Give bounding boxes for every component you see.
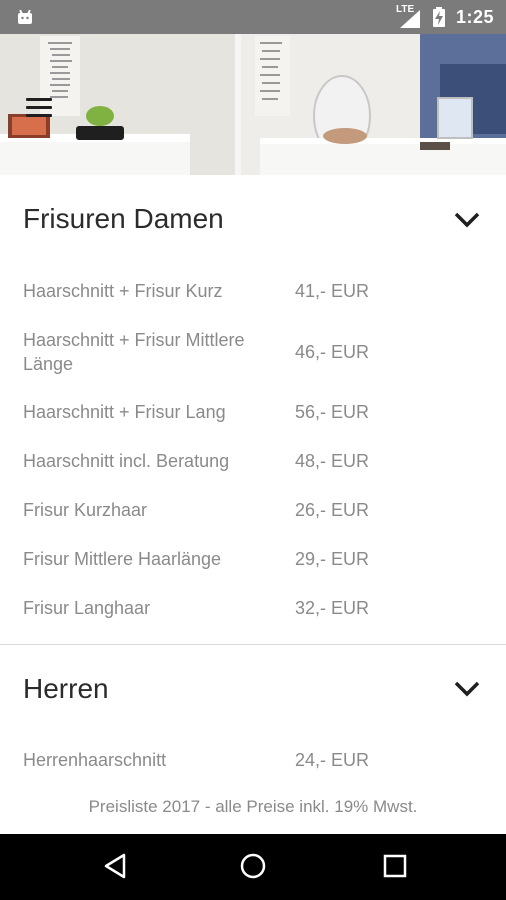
price-list-note: Preisliste 2017 - alle Preise inkl. 19% … [88,797,418,816]
service-price: 32,- EUR [295,598,370,618]
navigation-bar [0,834,506,900]
salon-header-image [0,34,506,175]
service-name: Haarschnitt + Frisur Mittlere Länge [23,330,245,374]
service-name: Haarschnitt + Frisur Lang [23,402,226,422]
status-time: 1:25 [456,7,495,27]
section-header-herren[interactable]: Herren [0,645,506,735]
service-price: 29,- EUR [295,549,370,569]
section-title: Frisuren Damen [23,203,224,234]
back-icon[interactable] [100,851,130,881]
battery-charging-icon [433,7,445,27]
service-name: Frisur Mittlere Haarlänge [23,549,222,569]
service-price: 41,- EUR [295,281,370,301]
service-name: Haarschnitt incl. Beratung [23,451,230,471]
section-title: Herren [23,673,109,704]
service-price: 56,- EUR [295,402,370,422]
signal-icon [400,10,420,28]
service-price: 24,- EUR [295,750,370,770]
menu-bar [26,106,52,109]
section-header-frisuren-damen[interactable]: Frisuren Damen [0,175,506,265]
chevron-down-icon[interactable] [453,679,481,699]
service-name: Frisur Kurzhaar [23,500,148,520]
menu-bar [26,114,52,117]
status-bar: LTE 1:25 [0,0,506,34]
menu-bar [26,98,52,101]
service-name: Haarschnitt + Frisur Kurz [23,281,223,301]
salon-interior-photo [0,34,506,175]
service-price: 26,- EUR [295,500,370,520]
menu-button[interactable] [24,96,56,120]
service-name: Frisur Langhaar [23,598,151,618]
service-price: 48,- EUR [295,451,370,471]
android-notification-icon [18,9,32,24]
chevron-down-icon[interactable] [453,210,481,230]
home-icon[interactable] [238,851,268,881]
service-name: Herrenhaarschnitt [23,750,167,770]
recents-icon[interactable] [380,851,410,881]
service-price: 46,- EUR [295,342,370,362]
